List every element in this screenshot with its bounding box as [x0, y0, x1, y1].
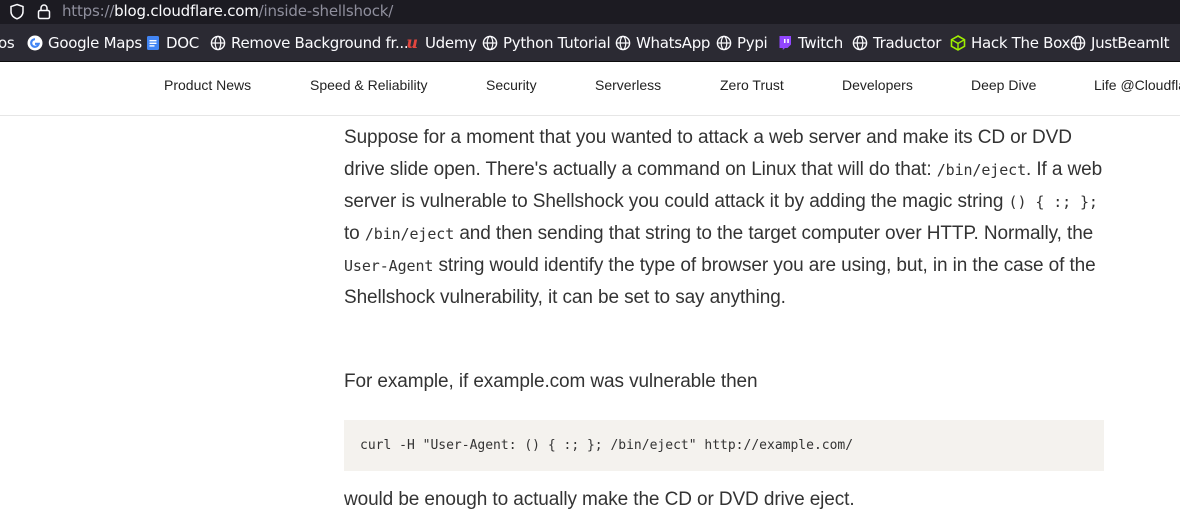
- globe-icon: [716, 35, 732, 51]
- paragraph-example-intro: For example, if example.com was vulnerab…: [344, 371, 758, 392]
- lock-icon[interactable]: [37, 3, 51, 20]
- text-run: string would identify the type of browse…: [344, 255, 1096, 308]
- nav-speed-reliability[interactable]: Speed & Reliability: [310, 77, 428, 93]
- bookmark-label: os: [0, 33, 15, 52]
- nav-zero-trust[interactable]: Zero Trust: [720, 77, 784, 93]
- bookmark-twitch[interactable]: Twitch: [777, 24, 843, 61]
- inline-code-magic-string: () { :; };: [1008, 193, 1098, 211]
- bookmark-label: WhatsApp: [636, 33, 711, 52]
- twitch-icon: [777, 35, 793, 51]
- hack-the-box-icon: [950, 34, 966, 51]
- bookmark-label: Google Maps: [48, 33, 142, 52]
- bookmark-traductor[interactable]: Traductor: [852, 24, 941, 61]
- globe-icon: [1070, 35, 1086, 51]
- udemy-icon: u: [406, 33, 418, 52]
- bookmark-label: Traductor: [873, 33, 942, 52]
- doc-icon: [145, 35, 161, 51]
- inline-code-bin-eject: /bin/eject: [364, 225, 455, 243]
- text-run: to: [344, 223, 365, 244]
- text-run: and then sending that string to the targ…: [454, 223, 1094, 244]
- bookmark-udemy[interactable]: u Udemy: [404, 24, 477, 61]
- paragraph-shellshock-example: Suppose for a moment that you wanted to …: [344, 122, 1104, 314]
- bookmark-whatsapp[interactable]: WhatsApp: [615, 24, 710, 61]
- nav-life-at-cloudflare[interactable]: Life @Cloudflare: [1094, 77, 1180, 93]
- inline-code-user-agent: User-Agent: [344, 257, 434, 275]
- code-curl-command: curl -H "User-Agent: () { :; }; /bin/eje…: [360, 438, 854, 453]
- bookmark-os[interactable]: os: [0, 24, 15, 61]
- bookmark-justbeamit[interactable]: JustBeamIt: [1070, 24, 1170, 61]
- nav-developers[interactable]: Developers: [842, 77, 913, 93]
- nav-deep-dive[interactable]: Deep Dive: [971, 77, 1036, 93]
- bookmark-label: JustBeamIt: [1091, 33, 1170, 52]
- inline-code-bin-eject: /bin/eject: [936, 161, 1027, 179]
- url-host: blog.cloudflare.com: [114, 2, 259, 20]
- bookmark-remove-background[interactable]: Remove Background fr...: [210, 24, 409, 61]
- globe-icon: [482, 35, 498, 51]
- bookmarks-toolbar: os Google Maps DOC Remove Background fr.…: [0, 24, 1180, 62]
- nav-security[interactable]: Security: [486, 77, 537, 93]
- blog-category-nav: Product News Speed & Reliability Securit…: [0, 62, 1180, 116]
- google-icon: [27, 35, 43, 51]
- browser-url-bar[interactable]: https://blog.cloudflare.com/inside-shell…: [0, 0, 1180, 24]
- bookmark-label: Python Tutorial: [503, 33, 611, 52]
- bookmark-google-maps[interactable]: Google Maps: [27, 24, 142, 61]
- bookmark-label: Twitch: [798, 33, 843, 52]
- bookmark-label: Hack The Box: [971, 33, 1071, 52]
- code-block: curl -H "User-Agent: () { :; }; /bin/eje…: [344, 420, 1104, 471]
- globe-icon: [852, 35, 868, 51]
- shield-icon[interactable]: [9, 3, 25, 20]
- url-text[interactable]: https://blog.cloudflare.com/inside-shell…: [62, 2, 393, 20]
- bookmark-label: DOC: [166, 33, 199, 52]
- bookmark-hack-the-box[interactable]: Hack The Box: [950, 24, 1070, 61]
- url-path: /inside-shellshock/: [258, 2, 394, 20]
- bookmark-python-tutorial[interactable]: Python Tutorial: [482, 24, 611, 61]
- article-body: Suppose for a moment that you wanted to …: [344, 122, 1104, 510]
- bookmark-doc[interactable]: DOC: [145, 24, 199, 61]
- bookmark-label: Remove Background fr...: [231, 33, 409, 52]
- nav-serverless[interactable]: Serverless: [595, 77, 661, 93]
- bookmark-pypi[interactable]: Pypi: [716, 24, 768, 61]
- paragraph-conclusion: would be enough to actually make the CD …: [344, 489, 855, 510]
- url-scheme: https://: [62, 2, 115, 20]
- globe-icon: [615, 35, 631, 51]
- bookmark-label: Udemy: [425, 33, 477, 52]
- bookmark-label: Pypi: [737, 33, 768, 52]
- globe-icon: [210, 35, 226, 51]
- nav-product-news[interactable]: Product News: [164, 77, 251, 93]
